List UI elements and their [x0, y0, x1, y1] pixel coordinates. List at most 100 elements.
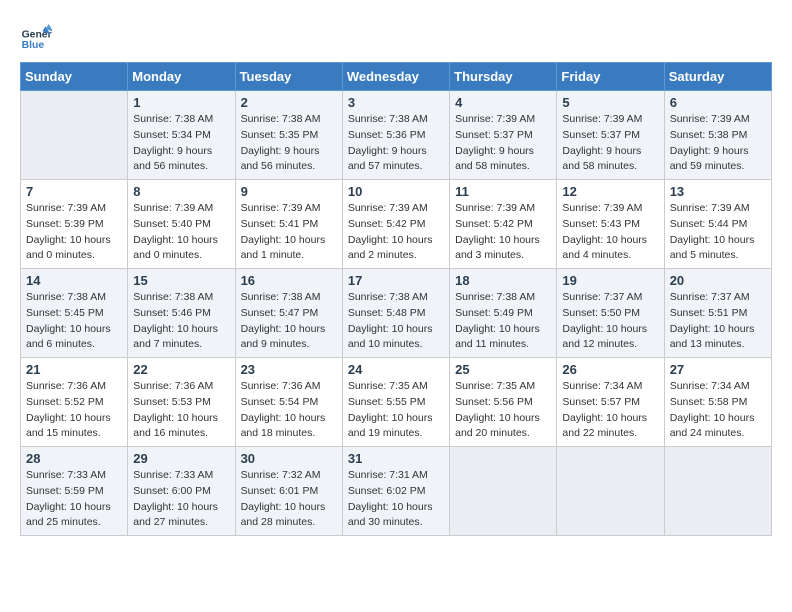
day-info: Sunrise: 7:36 AMSunset: 5:53 PMDaylight:…	[133, 379, 229, 442]
day-info: Sunrise: 7:39 AMSunset: 5:44 PMDaylight:…	[670, 201, 766, 264]
calendar-week-row: 21 Sunrise: 7:36 AMSunset: 5:52 PMDayligh…	[21, 358, 772, 447]
calendar-cell: 7Sunrise: 7:39 AMSunset: 5:39 PMDaylight…	[21, 180, 128, 269]
calendar-header-thursday: Thursday	[450, 63, 557, 91]
calendar-cell: 17Sunrise: 7:38 AMSunset: 5:48 PMDayligh…	[342, 269, 449, 358]
day-number: 23	[241, 362, 337, 377]
day-info: Sunrise: 7:38 AMSunset: 5:35 PMDaylight:…	[241, 112, 337, 175]
day-info: Sunrise: 7:31 AMSunset: 6:02 PMDaylight:…	[348, 468, 444, 531]
day-info: Sunrise: 7:39 AMSunset: 5:37 PMDaylight:…	[455, 112, 551, 175]
day-number: 13	[670, 184, 766, 199]
day-number: 26	[562, 362, 658, 377]
day-number: 9	[241, 184, 337, 199]
calendar-cell: 2Sunrise: 7:38 AMSunset: 5:35 PMDaylight…	[235, 91, 342, 180]
calendar-cell: 26Sunrise: 7:34 AMSunset: 5:57 PMDayligh…	[557, 358, 664, 447]
day-number: 7	[26, 184, 122, 199]
calendar-week-row: 1 Sunrise: 7:38 AMSunset: 5:34 PMDaylight…	[21, 91, 772, 180]
calendar-cell: 23 Sunrise: 7:36 AMSunset: 5:54 PMDayligh…	[235, 358, 342, 447]
day-number: 3	[348, 95, 444, 110]
logo-icon: General Blue	[20, 20, 52, 52]
calendar-cell: 25 Sunrise: 7:35 AMSunset: 5:56 PMDayligh…	[450, 358, 557, 447]
calendar-cell: 9Sunrise: 7:39 AMSunset: 5:41 PMDaylight…	[235, 180, 342, 269]
calendar-cell: 14Sunrise: 7:38 AMSunset: 5:45 PMDayligh…	[21, 269, 128, 358]
day-info: Sunrise: 7:34 AMSunset: 5:58 PMDaylight:…	[670, 379, 766, 442]
calendar-cell: 15 Sunrise: 7:38 AMSunset: 5:46 PMDayligh…	[128, 269, 235, 358]
day-info: Sunrise: 7:37 AMSunset: 5:50 PMDaylight:…	[562, 290, 658, 353]
calendar-week-row: 28Sunrise: 7:33 AMSunset: 5:59 PMDayligh…	[21, 447, 772, 536]
calendar-cell	[450, 447, 557, 536]
day-number: 1	[133, 95, 229, 110]
calendar-cell: 28Sunrise: 7:33 AMSunset: 5:59 PMDayligh…	[21, 447, 128, 536]
calendar-header-sunday: Sunday	[21, 63, 128, 91]
day-info: Sunrise: 7:35 AMSunset: 5:56 PMDaylight:…	[455, 379, 551, 442]
calendar-cell: 30 Sunrise: 7:32 AMSunset: 6:01 PMDayligh…	[235, 447, 342, 536]
day-number: 15	[133, 273, 229, 288]
calendar-header-monday: Monday	[128, 63, 235, 91]
calendar-cell: 19 Sunrise: 7:37 AMSunset: 5:50 PMDayligh…	[557, 269, 664, 358]
calendar-cell: 4 Sunrise: 7:39 AMSunset: 5:37 PMDaylight…	[450, 91, 557, 180]
day-info: Sunrise: 7:39 AMSunset: 5:38 PMDaylight:…	[670, 112, 766, 175]
calendar-cell: 31 Sunrise: 7:31 AMSunset: 6:02 PMDayligh…	[342, 447, 449, 536]
day-info: Sunrise: 7:33 AMSunset: 6:00 PMDaylight:…	[133, 468, 229, 531]
calendar-cell: 20 Sunrise: 7:37 AMSunset: 5:51 PMDayligh…	[664, 269, 771, 358]
day-number: 25	[455, 362, 551, 377]
day-info: Sunrise: 7:39 AMSunset: 5:40 PMDaylight:…	[133, 201, 229, 264]
calendar-week-row: 7Sunrise: 7:39 AMSunset: 5:39 PMDaylight…	[21, 180, 772, 269]
day-number: 28	[26, 451, 122, 466]
day-info: Sunrise: 7:37 AMSunset: 5:51 PMDaylight:…	[670, 290, 766, 353]
calendar-header-saturday: Saturday	[664, 63, 771, 91]
day-info: Sunrise: 7:39 AMSunset: 5:42 PMDaylight:…	[348, 201, 444, 264]
calendar-cell: 12Sunrise: 7:39 AMSunset: 5:43 PMDayligh…	[557, 180, 664, 269]
day-info: Sunrise: 7:36 AMSunset: 5:54 PMDaylight:…	[241, 379, 337, 442]
calendar-cell: 24 Sunrise: 7:35 AMSunset: 5:55 PMDayligh…	[342, 358, 449, 447]
calendar-header-tuesday: Tuesday	[235, 63, 342, 91]
calendar-table: SundayMondayTuesdayWednesdayThursdayFrid…	[20, 62, 772, 536]
day-info: Sunrise: 7:32 AMSunset: 6:01 PMDaylight:…	[241, 468, 337, 531]
svg-text:Blue: Blue	[22, 40, 45, 51]
logo: General Blue	[20, 20, 52, 52]
calendar-cell: 22 Sunrise: 7:36 AMSunset: 5:53 PMDayligh…	[128, 358, 235, 447]
calendar-header-friday: Friday	[557, 63, 664, 91]
day-info: Sunrise: 7:39 AMSunset: 5:42 PMDaylight:…	[455, 201, 551, 264]
day-info: Sunrise: 7:36 AMSunset: 5:52 PMDaylight:…	[26, 379, 122, 442]
day-info: Sunrise: 7:38 AMSunset: 5:46 PMDaylight:…	[133, 290, 229, 353]
day-number: 16	[241, 273, 337, 288]
calendar-week-row: 14Sunrise: 7:38 AMSunset: 5:45 PMDayligh…	[21, 269, 772, 358]
day-info: Sunrise: 7:39 AMSunset: 5:37 PMDaylight:…	[562, 112, 658, 175]
calendar-cell: 1 Sunrise: 7:38 AMSunset: 5:34 PMDaylight…	[128, 91, 235, 180]
day-info: Sunrise: 7:38 AMSunset: 5:36 PMDaylight:…	[348, 112, 444, 175]
calendar-cell: 6Sunrise: 7:39 AMSunset: 5:38 PMDaylight…	[664, 91, 771, 180]
calendar-cell: 21 Sunrise: 7:36 AMSunset: 5:52 PMDayligh…	[21, 358, 128, 447]
day-number: 30	[241, 451, 337, 466]
calendar-cell	[664, 447, 771, 536]
day-number: 10	[348, 184, 444, 199]
day-number: 22	[133, 362, 229, 377]
day-info: Sunrise: 7:38 AMSunset: 5:34 PMDaylight:…	[133, 112, 229, 175]
day-number: 18	[455, 273, 551, 288]
day-info: Sunrise: 7:38 AMSunset: 5:48 PMDaylight:…	[348, 290, 444, 353]
day-number: 31	[348, 451, 444, 466]
day-number: 5	[562, 95, 658, 110]
calendar-cell	[557, 447, 664, 536]
day-number: 20	[670, 273, 766, 288]
calendar-cell: 3 Sunrise: 7:38 AMSunset: 5:36 PMDaylight…	[342, 91, 449, 180]
calendar-cell	[21, 91, 128, 180]
calendar-cell: 10 Sunrise: 7:39 AMSunset: 5:42 PMDayligh…	[342, 180, 449, 269]
day-number: 11	[455, 184, 551, 199]
calendar-header-row: SundayMondayTuesdayWednesdayThursdayFrid…	[21, 63, 772, 91]
day-number: 27	[670, 362, 766, 377]
page-header: General Blue	[20, 20, 772, 52]
calendar-cell: 8 Sunrise: 7:39 AMSunset: 5:40 PMDaylight…	[128, 180, 235, 269]
day-number: 4	[455, 95, 551, 110]
day-number: 21	[26, 362, 122, 377]
day-info: Sunrise: 7:38 AMSunset: 5:49 PMDaylight:…	[455, 290, 551, 353]
day-info: Sunrise: 7:35 AMSunset: 5:55 PMDaylight:…	[348, 379, 444, 442]
day-number: 14	[26, 273, 122, 288]
day-number: 29	[133, 451, 229, 466]
calendar-cell: 27 Sunrise: 7:34 AMSunset: 5:58 PMDayligh…	[664, 358, 771, 447]
day-info: Sunrise: 7:39 AMSunset: 5:43 PMDaylight:…	[562, 201, 658, 264]
day-info: Sunrise: 7:38 AMSunset: 5:47 PMDaylight:…	[241, 290, 337, 353]
day-number: 24	[348, 362, 444, 377]
day-number: 8	[133, 184, 229, 199]
calendar-cell: 11 Sunrise: 7:39 AMSunset: 5:42 PMDayligh…	[450, 180, 557, 269]
day-number: 19	[562, 273, 658, 288]
